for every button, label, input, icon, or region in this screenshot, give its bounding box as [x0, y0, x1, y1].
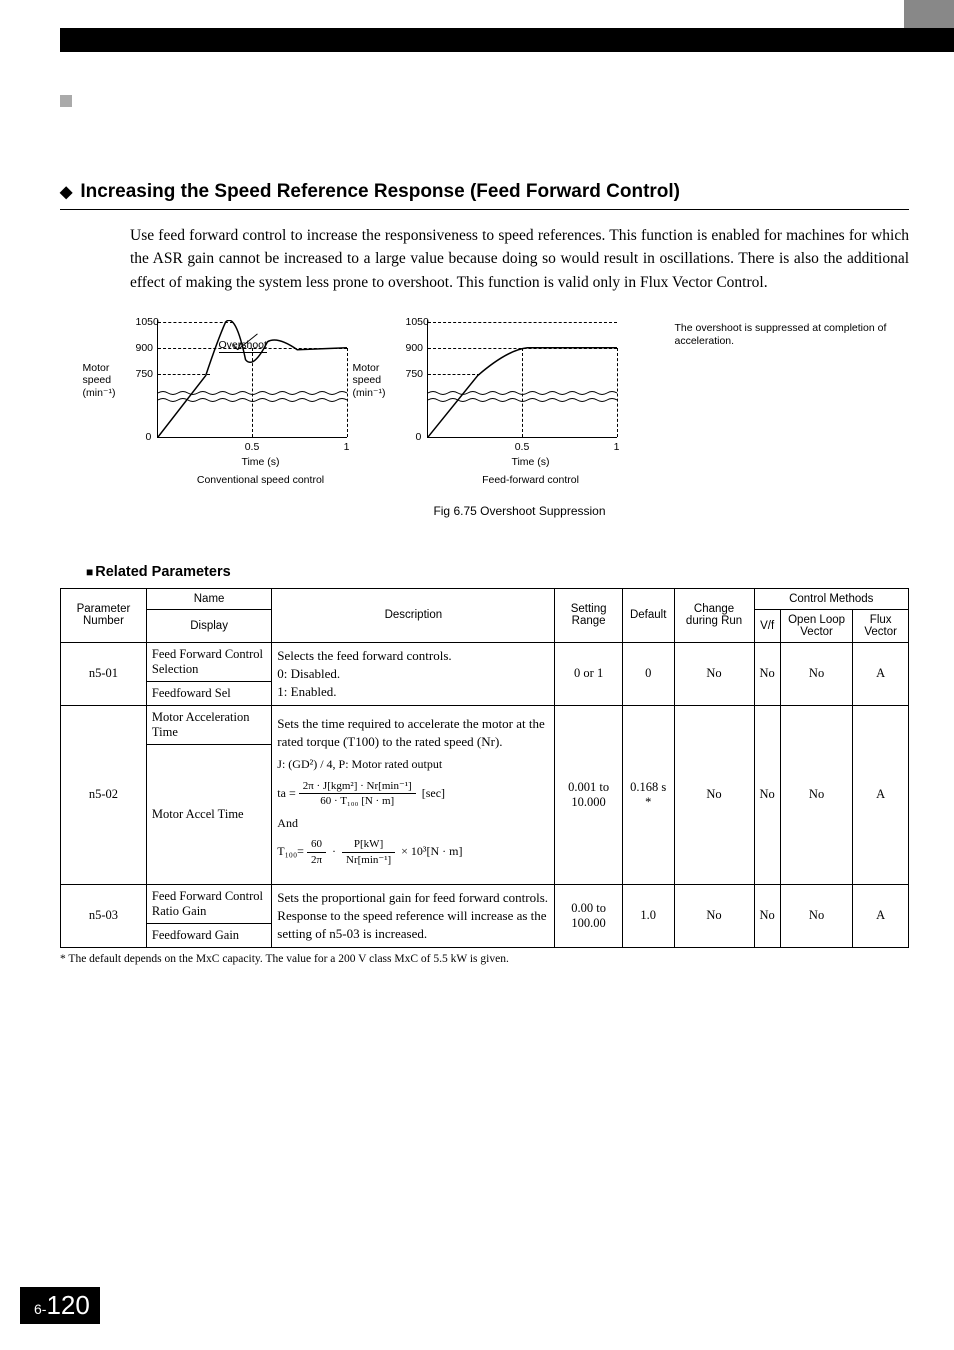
th-default: Default: [622, 588, 674, 642]
desc-n5-02: Sets the time required to accelerate the…: [272, 705, 555, 884]
table-row: n5-02 Motor Acceleration Time Sets the t…: [61, 705, 909, 744]
subheading: Related Parameters: [86, 564, 909, 580]
th-range: Setting Range: [555, 588, 622, 642]
desc-n5-01: Selects the feed forward controls. 0: Di…: [272, 642, 555, 705]
th-name: Name: [146, 588, 271, 609]
table-row: n5-03 Feed Forward Control Ratio Gain Se…: [61, 884, 909, 923]
section-title-text: Increasing the Speed Reference Response …: [80, 181, 680, 203]
caption-right: Feed-forward control: [427, 474, 635, 486]
ylabel-left: Motor speed (min⁻¹): [83, 362, 116, 400]
page-content: ◆ Increasing the Speed Reference Respons…: [60, 175, 909, 965]
th-methods: Control Methods: [754, 588, 908, 609]
th-vf: V/f: [754, 609, 780, 642]
desc-n5-03: Sets the proportional gain for feed forw…: [272, 884, 555, 947]
caption-left: Conventional speed control: [157, 474, 365, 486]
th-description: Description: [272, 588, 555, 642]
header-bar: [60, 28, 954, 52]
chart-left: Overshoot Motor speed (min⁻¹) 1050 900 7…: [135, 320, 365, 486]
parameters-table: Parameter Number Name Description Settin…: [60, 588, 909, 948]
page-number: 6-120: [20, 1287, 100, 1324]
xlabel-left: Time (s): [157, 456, 365, 468]
th-change: Change during Run: [674, 588, 754, 642]
figure-block: Overshoot Motor speed (min⁻¹) 1050 900 7…: [130, 320, 909, 552]
side-marker: [60, 95, 72, 107]
chart-panels: Overshoot Motor speed (min⁻¹) 1050 900 7…: [135, 320, 905, 486]
section-title: ◆ Increasing the Speed Reference Respons…: [60, 181, 909, 210]
th-flux: Flux Vector: [853, 609, 909, 642]
xlabel-right: Time (s): [427, 456, 635, 468]
side-note: The overshoot is suppressed at completio…: [675, 320, 905, 349]
plot-right: 1050 900 750 0 0.5 1: [427, 320, 617, 438]
diamond-icon: ◆: [60, 185, 72, 201]
table-row: n5-01 Feed Forward Control Selection Sel…: [61, 642, 909, 681]
plot-left: 1050 900 750 0 0.5 1: [157, 320, 347, 438]
intro-paragraph: Use feed forward control to increase the…: [130, 224, 909, 294]
th-olv: Open Loop Vector: [780, 609, 853, 642]
ylabel-right: Motor speed (min⁻¹): [353, 362, 386, 400]
figure-caption: Fig 6.75 Overshoot Suppression: [433, 504, 605, 518]
footnote: * The default depends on the MxC capacit…: [60, 953, 909, 965]
th-display: Display: [146, 609, 271, 642]
th-param: Parameter Number: [61, 588, 147, 642]
chart-right: Motor speed (min⁻¹) 1050 900 750 0 0.5 1: [405, 320, 635, 486]
